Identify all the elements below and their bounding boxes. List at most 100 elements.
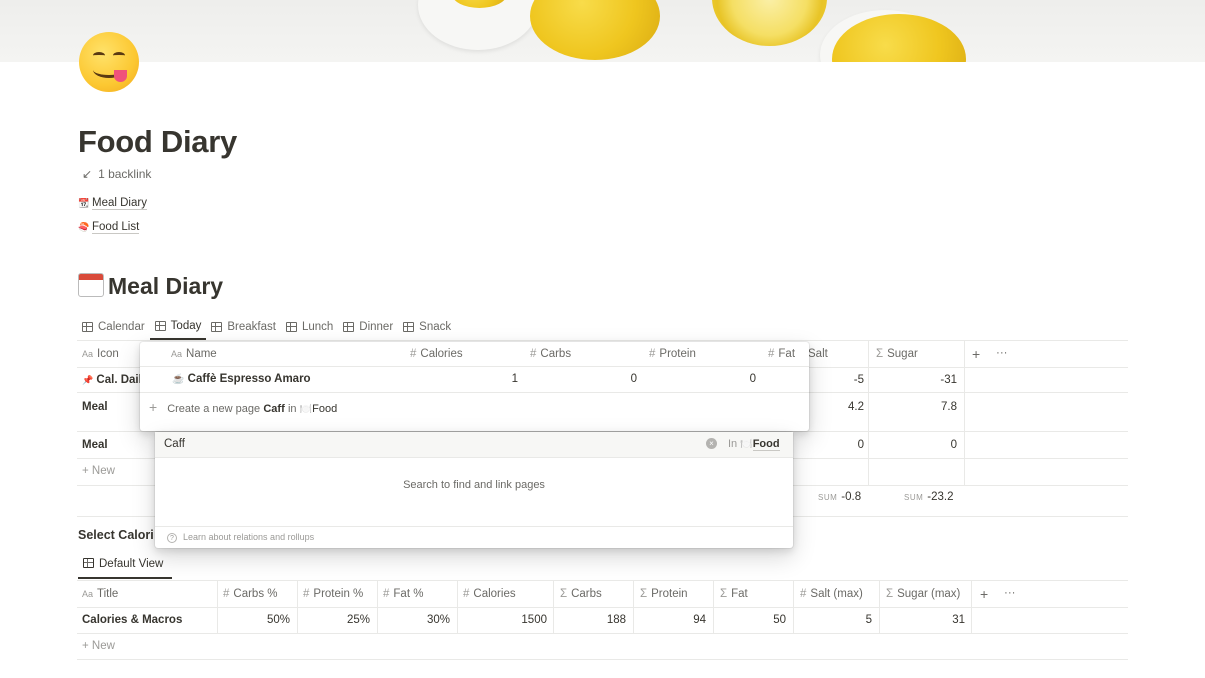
cell-fat-pct[interactable]: 30% xyxy=(380,614,450,626)
column-header-carbs-pct[interactable]: # Carbs % xyxy=(223,588,278,600)
calendar-icon: 📆 xyxy=(78,198,90,208)
column-header-protein[interactable]: Σ Protein xyxy=(640,588,688,600)
lemon-half-shape xyxy=(712,0,827,46)
new-row-button[interactable]: + New xyxy=(82,465,115,477)
cell-sugar-max[interactable]: 31 xyxy=(882,614,965,626)
column-header-salt[interactable]: Salt xyxy=(808,348,828,360)
smiling-face-tongue-icon[interactable] xyxy=(79,32,139,92)
emoji-eye xyxy=(93,52,105,59)
cell-salt-max[interactable]: 5 xyxy=(796,614,872,626)
more-options-button[interactable]: ··· xyxy=(1004,587,1016,599)
cell-protein[interactable]: 94 xyxy=(636,614,706,626)
column-header-fat[interactable]: Σ Fat xyxy=(720,588,748,600)
cell-salt[interactable]: 0 xyxy=(820,439,864,451)
sum-salt[interactable]: SUM -0.8 xyxy=(818,491,861,503)
search-scope[interactable]: In 🍽️Food xyxy=(728,438,780,451)
tab-dinner[interactable]: Dinner xyxy=(338,314,398,340)
food-db-icon: 🍽️ xyxy=(740,439,753,450)
new-row-label: New xyxy=(91,640,115,652)
backlink[interactable]: ↙ 1 backlink xyxy=(82,167,151,181)
table-row-name[interactable]: 📌 Cal. Dail xyxy=(82,374,142,386)
sigma-icon: Σ xyxy=(886,588,894,600)
tab-label: Dinner xyxy=(359,321,394,333)
column-header-sugar-max[interactable]: Σ Sugar (max) xyxy=(886,588,960,600)
row-border xyxy=(77,633,1128,634)
column-header-carbs[interactable]: Σ Carbs xyxy=(560,588,602,600)
column-header-label: Calories xyxy=(473,588,516,600)
sigma-icon: Σ xyxy=(640,588,648,600)
result-carbs: 0 xyxy=(630,373,637,385)
calendar-view-icon xyxy=(82,322,93,332)
column-header-label: Title xyxy=(97,588,119,600)
sum-value: -0.8 xyxy=(841,491,862,503)
scope-in-label: In xyxy=(728,438,738,450)
sum-sugar[interactable]: SUM -23.2 xyxy=(904,491,954,503)
column-header-label: Fat xyxy=(731,588,748,600)
page-link-food-list[interactable]: 🍣 Food List xyxy=(78,221,140,234)
number-property-icon: # xyxy=(303,588,310,600)
column-header-label: Fat xyxy=(778,348,796,360)
cell-fat[interactable]: 50 xyxy=(716,614,786,626)
tab-calendar[interactable]: Calendar xyxy=(77,314,150,340)
row-border xyxy=(140,366,809,367)
column-header-label: Name xyxy=(186,348,217,360)
new-row-button[interactable]: + New xyxy=(82,640,115,652)
column-header-protein-pct[interactable]: # Protein % xyxy=(303,588,363,600)
tab-label: Today xyxy=(170,320,202,332)
column-header-label: Carbs xyxy=(571,588,602,600)
column-header-calories[interactable]: # Calories xyxy=(463,588,516,600)
add-column-button[interactable]: + xyxy=(972,346,980,362)
page-title[interactable]: Food Diary xyxy=(78,124,237,160)
search-input[interactable]: Caff × In 🍽️Food xyxy=(155,432,793,458)
more-options-button[interactable]: ··· xyxy=(996,347,1008,359)
text-property-icon: Aa xyxy=(82,349,94,359)
cell-protein-pct[interactable]: 25% xyxy=(300,614,370,626)
cell-calories[interactable]: 1500 xyxy=(460,614,547,626)
cell-sugar[interactable]: 7.8 xyxy=(900,401,957,413)
tab-lunch[interactable]: Lunch xyxy=(281,314,338,340)
emoji-tongue xyxy=(114,70,127,82)
cover-image xyxy=(0,0,1205,62)
table-view-icon xyxy=(403,322,415,332)
page-link-meal-diary[interactable]: 📆 Meal Diary xyxy=(78,197,147,210)
column-header-label: Salt (max) xyxy=(810,588,863,600)
column-header-salt-max[interactable]: # Salt (max) xyxy=(800,588,863,600)
divider xyxy=(155,526,793,527)
create-prefix: Create a new page xyxy=(167,403,261,415)
tab-today[interactable]: Today xyxy=(149,314,207,340)
tab-default-view[interactable]: Default View xyxy=(78,552,172,579)
column-divider xyxy=(868,340,869,485)
create-new-page-option[interactable]: + Create a new page Caff in 🍽️Food xyxy=(149,399,337,415)
cell-sugar[interactable]: 0 xyxy=(900,439,957,451)
plus-icon: + xyxy=(82,465,89,477)
result-page-link[interactable]: ☕ Caffè Espresso Amaro xyxy=(172,373,311,385)
number-property-icon: # xyxy=(223,588,230,600)
add-column-button[interactable]: + xyxy=(980,586,988,602)
table-row-title[interactable]: Calories & Macros xyxy=(82,614,182,626)
table-row-name[interactable]: Meal xyxy=(82,439,108,451)
scope-db: Food xyxy=(752,438,780,451)
emoji-eye xyxy=(113,52,125,59)
help-link[interactable]: ? Learn about relations and rollups xyxy=(167,532,314,543)
page-link-label: Meal Diary xyxy=(92,197,147,210)
cell-sugar[interactable]: -31 xyxy=(900,374,957,386)
cell-salt[interactable]: 4.2 xyxy=(820,401,864,413)
table-row-name[interactable]: Meal xyxy=(82,401,108,413)
column-header-icon[interactable]: Aa Icon xyxy=(82,348,119,360)
cell-salt[interactable]: -5 xyxy=(820,374,864,386)
column-header-title[interactable]: Aa Title xyxy=(82,588,118,600)
cell-carbs[interactable]: 188 xyxy=(556,614,626,626)
clear-search-icon[interactable]: × xyxy=(706,438,717,449)
column-header-fat-pct[interactable]: # Fat % xyxy=(383,588,423,600)
column-header-sugar[interactable]: Σ Sugar xyxy=(876,348,918,360)
column-header-protein: # Protein xyxy=(649,348,696,360)
tab-snack[interactable]: Snack xyxy=(398,314,456,340)
table-view-icon xyxy=(285,322,297,332)
lemon-shape xyxy=(530,0,660,60)
tab-breakfast[interactable]: Breakfast xyxy=(206,314,281,340)
column-header-label: Fat % xyxy=(393,588,424,600)
column-header-carbs: # Carbs xyxy=(530,348,571,360)
row-name-label: Cal. Dail xyxy=(96,374,142,386)
text-property-icon: Aa xyxy=(171,349,183,359)
cell-carbs-pct[interactable]: 50% xyxy=(220,614,290,626)
